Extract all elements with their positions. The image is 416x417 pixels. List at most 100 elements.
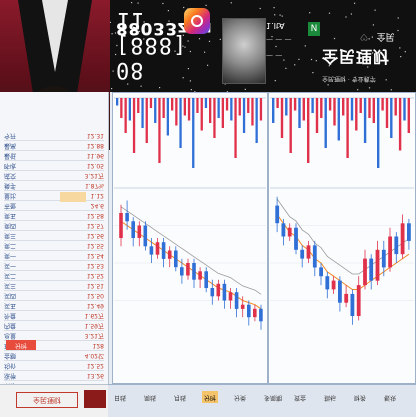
speckle-dot [187, 40, 189, 42]
speckle-dot [111, 88, 113, 90]
speckle-dot [137, 2, 139, 4]
quote-row: 金额 4.02亿 [4, 352, 104, 361]
volume-bar [398, 98, 402, 151]
intraday-tab[interactable]: 分时 [6, 340, 36, 350]
period-tab[interactable]: 板块 [382, 391, 398, 403]
volume-bar [394, 98, 397, 116]
speckle-dot [112, 70, 114, 72]
period-tab[interactable]: 分时 [202, 391, 219, 403]
speckle-dot [328, 12, 331, 14]
quote-row: 买三 12.51 [4, 282, 104, 291]
volume-bar [179, 98, 182, 148]
candle-body [125, 213, 129, 222]
quote-label: 卖三 [4, 232, 17, 239]
candle-body [253, 308, 257, 318]
speckle-dot [208, 40, 211, 42]
kline-chart-right[interactable] [268, 92, 416, 384]
volume-bar [259, 98, 263, 121]
volume-bar [302, 98, 305, 121]
period-tab[interactable]: 日线 [112, 391, 128, 403]
speckle-dot [259, 7, 261, 10]
volume-bar [324, 98, 327, 148]
brand-logo-text: 全民理财 [322, 47, 391, 66]
volume-bar [209, 98, 212, 123]
volume-bar [293, 98, 297, 111]
quote-row: 买一 12.53 [4, 262, 104, 271]
period-tab[interactable]: 财务 [352, 391, 368, 403]
quote-value: 3.21万 [84, 332, 104, 339]
candle-body [204, 271, 208, 288]
quote-label: 买三 [4, 282, 17, 289]
speckle-dot [183, 6, 185, 9]
speckle-dot [131, 2, 133, 4]
volume-bar [204, 98, 208, 108]
candle-body [300, 249, 305, 259]
volume-bar [272, 98, 275, 123]
volume-bar [403, 98, 406, 121]
quote-row: 买五 12.49 [4, 302, 104, 311]
volume-bar [372, 98, 375, 123]
volume-bar [149, 98, 153, 108]
speckle-dot [273, 7, 275, 9]
speckle-dot [345, 16, 347, 18]
volume-bar [162, 98, 165, 118]
candle-body [275, 205, 280, 224]
candle-body [388, 236, 392, 268]
card-line-3: — — [266, 52, 283, 60]
volume-bar [377, 98, 380, 168]
quote-row: 量比 1.12 [4, 192, 104, 201]
candle-body [338, 280, 342, 303]
speckle-dot [275, 45, 277, 48]
quote-value: 11.96 [86, 152, 104, 159]
volume-bar [242, 98, 246, 133]
candle-body [228, 292, 233, 301]
footer-swatch [84, 390, 106, 408]
quote-value: 1.12 [90, 192, 104, 199]
volume-bar [407, 98, 410, 133]
volume-bar [342, 98, 345, 116]
candle-body [198, 271, 202, 280]
quote-value: 12.49 [86, 302, 104, 309]
speckle-dot [333, 37, 336, 40]
kline-chart-left[interactable] [112, 92, 268, 384]
candle-body [161, 242, 166, 259]
speckle-dot [281, 15, 283, 17]
speckle-dot [390, 89, 392, 91]
volume-bar [187, 98, 191, 121]
speckle-dot [350, 13, 352, 15]
quote-value: 4.02亿 [84, 352, 104, 359]
volume-bar [385, 98, 389, 128]
quote-value: 1.59万 [84, 322, 104, 329]
volume-bar [276, 98, 279, 108]
period-tab[interactable]: 多周期 [262, 391, 284, 403]
volume-bar [390, 98, 393, 138]
quote-value: 12.88 [86, 142, 104, 149]
quote-label: 涨停 [4, 372, 17, 379]
speckle-dot [354, 2, 356, 4]
volume-bar [196, 98, 199, 113]
period-tab[interactable]: 分类 [232, 391, 248, 403]
speckle-dot [372, 24, 374, 26]
speckle-dot [285, 67, 287, 69]
candle-body [180, 267, 184, 276]
quote-label: 内盘 [4, 322, 17, 329]
candle-body [174, 250, 178, 268]
quote-row: 市盈 24.6 [4, 202, 104, 211]
speckle-dot [274, 80, 276, 82]
period-tab[interactable]: 指标 [322, 391, 338, 403]
speckle-dot [327, 84, 329, 86]
candle-body [344, 293, 349, 303]
candle-body [247, 304, 251, 318]
period-tab[interactable]: 周线 [142, 391, 158, 403]
speckle-dot [357, 89, 359, 91]
period-tab[interactable]: 资金 [292, 391, 308, 403]
volume-bar [359, 98, 362, 113]
card-portrait [222, 18, 266, 84]
quote-value: 12.55 [86, 242, 104, 249]
quote-row: 卖二 12.55 [4, 242, 104, 251]
instagram-icon [184, 8, 210, 34]
quote-label: 今开 [4, 132, 17, 139]
period-tab[interactable]: 月线 [172, 391, 188, 403]
candle-body [381, 249, 386, 268]
speckle-dot [205, 4, 207, 6]
